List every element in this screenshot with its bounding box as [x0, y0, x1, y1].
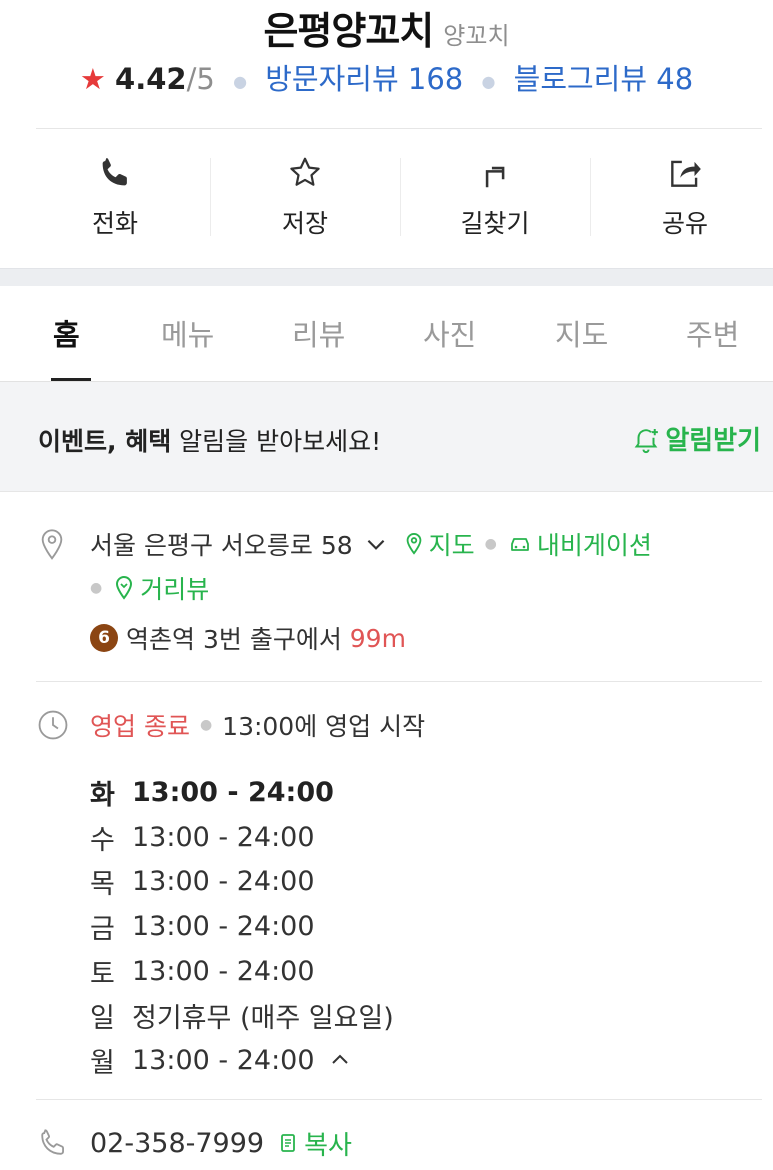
navigation-link-label: 내비게이션 [536, 531, 652, 560]
title-row: 은평양꼬치 양꼬치 [0, 0, 773, 53]
save-label: 저장 [281, 209, 328, 238]
rating-star-icon: ★ [79, 62, 106, 96]
separator-dot: ● [484, 536, 497, 552]
chevron-down-icon[interactable] [363, 531, 389, 557]
tab-menu[interactable]: 메뉴 [161, 312, 214, 354]
tab-nearby[interactable]: 주변 [686, 312, 739, 354]
directions-label: 길찾기 [460, 209, 530, 238]
hours-day: 일 [90, 1003, 115, 1035]
car-icon [510, 538, 529, 551]
share-button[interactable]: 공유 [590, 150, 773, 242]
map-link-label: 지도 [428, 531, 475, 560]
notice-rest: 알림을 받아보세요! [171, 427, 382, 456]
copy-label: 복사 [304, 1131, 352, 1161]
rating-max: /5 [186, 62, 215, 96]
status-next-open: 13:00에 영업 시작 [222, 712, 426, 741]
divider [36, 1099, 762, 1100]
hours-time: 13:00 - 24:00 [132, 821, 315, 853]
tab-home[interactable]: 홈 [53, 312, 80, 354]
tab-reviews[interactable]: 리뷰 [292, 312, 345, 354]
hours-row: 화 13:00 - 24:00 [90, 770, 394, 815]
hours-time: 13:00 - 24:00 [132, 910, 315, 942]
place-header: 은평양꼬치 양꼬치 ★ 4.42/5 ● 방문자리뷰 168 ● 블로그리뷰 48… [0, 0, 773, 268]
separator-dot: ● [199, 717, 213, 733]
hours-time: 13:00 - 24:00 [132, 1044, 315, 1076]
divider [36, 128, 762, 129]
hours-day: 금 [90, 913, 115, 945]
active-tab-indicator [51, 378, 91, 381]
hours-row: 토 13:00 - 24:00 [90, 949, 394, 994]
call-button[interactable]: 전화 [20, 150, 210, 242]
star-outline-icon [290, 157, 320, 186]
location-pin-icon [41, 529, 63, 560]
phone-outline-icon [41, 1129, 64, 1155]
place-title: 은평양꼬치 [263, 9, 434, 53]
hours-time: 13:00 - 24:00 [132, 955, 315, 987]
notification-banner: 이벤트, 혜택 알림을 받아보세요! 알림받기 [0, 382, 773, 492]
hours-time: 13:00 - 24:00 [132, 866, 315, 898]
copy-phone-button[interactable]: 복사 [276, 1125, 352, 1162]
station-name: 역촌역 [126, 625, 196, 654]
hours-row: 일 정기휴무 (매주 일요일) [90, 993, 394, 1038]
hours-row: 목 13:00 - 24:00 [90, 859, 394, 904]
subscribe-alerts-button[interactable]: 알림받기 [631, 420, 761, 457]
notice-text: 이벤트, 혜택 알림을 받아보세요! [38, 422, 381, 458]
street-view-pin-icon [116, 575, 133, 600]
hours-day: 월 [90, 1047, 115, 1079]
status-closed: 영업 종료 [90, 712, 190, 741]
tab-map[interactable]: 지도 [555, 312, 608, 354]
hours-time: 13:00 - 24:00 [132, 776, 334, 808]
address-row: 서울 은평구 서오릉로 58 지도 ● 내비게이션 [90, 526, 652, 562]
divider [36, 681, 762, 682]
phone-row: 02-358-7999 복사 [90, 1125, 352, 1162]
hours-list: 화 13:00 - 24:00 수 13:00 - 24:00 목 13:00 - 2… [90, 770, 394, 1083]
navigation-link[interactable]: 내비게이션 [507, 526, 652, 562]
map-link[interactable]: 지도 [403, 526, 475, 562]
hours-day: 화 [90, 779, 115, 811]
action-bar: 전화 저장 길찾기 공유 [20, 150, 773, 242]
section-gap [0, 268, 773, 286]
copy-icon [281, 1133, 295, 1152]
station-exit: 3번 출구에서 [195, 625, 350, 654]
hours-row: 수 13:00 - 24:00 [90, 815, 394, 860]
rating-row: ★ 4.42/5 ● 방문자리뷰 168 ● 블로그리뷰 48 [0, 56, 773, 100]
share-icon [671, 160, 701, 187]
business-status-row[interactable]: 영업 종료 ● 13:00에 영업 시작 [90, 707, 425, 743]
hours-time: 정기휴무 (매주 일요일) [132, 1003, 394, 1035]
turn-right-arrow-icon [485, 166, 505, 188]
hours-day: 수 [90, 824, 115, 856]
hours-row: 월 13:00 - 24:00 [90, 1038, 394, 1083]
subway-line-badge: 6 [90, 624, 118, 652]
map-pin-icon [406, 532, 421, 555]
tab-bar: 홈 메뉴 리뷰 사진 지도 주변 [0, 286, 773, 382]
street-view-label: 거리뷰 [140, 575, 210, 604]
hours-day: 토 [90, 958, 115, 990]
separator-dot: ● [90, 580, 103, 596]
phone-icon [102, 157, 127, 186]
chevron-up-icon[interactable] [325, 1048, 355, 1072]
hours-day: 목 [90, 869, 115, 901]
directions-button[interactable]: 길찾기 [400, 150, 590, 242]
separator-dot: ● [481, 71, 496, 91]
subway-row: 6 역촌역 3번 출구에서 99m [90, 620, 406, 656]
place-category: 양꼬치 [443, 22, 510, 50]
visitor-reviews-link[interactable]: 방문자리뷰 168 [265, 62, 463, 96]
address-row-2: ● 거리뷰 [90, 570, 209, 606]
subscribe-alerts-label: 알림받기 [665, 426, 761, 456]
bell-plus-icon [634, 428, 659, 453]
call-label: 전화 [91, 209, 138, 238]
blog-reviews-link[interactable]: 블로그리뷰 48 [514, 62, 694, 96]
share-label: 공유 [661, 209, 708, 238]
street-view-link[interactable]: 거리뷰 [112, 570, 209, 606]
save-button[interactable]: 저장 [210, 150, 400, 242]
phone-number[interactable]: 02-358-7999 [90, 1128, 264, 1159]
clock-icon [38, 710, 68, 740]
separator-dot: ● [233, 71, 248, 91]
rating-score: 4.42 [115, 62, 187, 96]
notice-bold: 이벤트, 혜택 [38, 427, 172, 456]
address-text: 서울 은평구 서오릉로 58 [90, 531, 353, 560]
station-distance: 99m [349, 623, 406, 653]
tab-photos[interactable]: 사진 [423, 312, 476, 354]
hours-row: 금 13:00 - 24:00 [90, 904, 394, 949]
